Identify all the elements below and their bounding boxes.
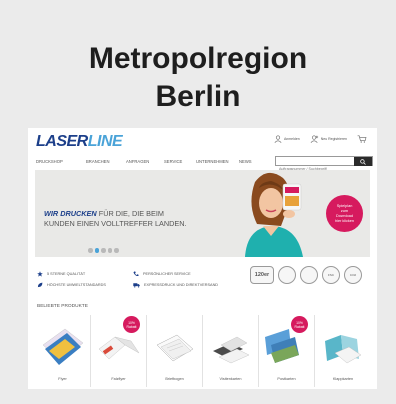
page-title: Metropolregion Berlin bbox=[0, 40, 396, 116]
product-name: Falzflyer bbox=[111, 377, 126, 381]
truck-icon bbox=[133, 282, 140, 288]
feature-quality-label: 5 Sterne Qualität bbox=[47, 271, 86, 276]
product-tile-flyer[interactable]: Flyer bbox=[35, 315, 91, 387]
hero-subline: KUNDEN EINEN VOLLTREFFER LANDEN. bbox=[44, 219, 187, 228]
feature-express-label: Expressdruck und Direktversand bbox=[144, 282, 219, 287]
seal-badge-icon bbox=[278, 266, 296, 284]
letterhead-image bbox=[156, 334, 194, 362]
product-tile-visitenkarten[interactable]: Visitenkarten bbox=[203, 315, 259, 387]
slide-dot-active[interactable] bbox=[94, 248, 99, 253]
feature-express: Expressdruck und Direktversand bbox=[133, 282, 251, 288]
seal-fsc: FSC bbox=[322, 266, 340, 284]
title-line-1: Metropolregion bbox=[88, 42, 308, 75]
nav-item-service[interactable]: Service bbox=[164, 159, 196, 164]
products-heading: Beliebte Produkte bbox=[37, 304, 88, 309]
slide-dot[interactable] bbox=[101, 248, 106, 253]
popular-products: Flyer 10% Rabatt Falzflyer Briefbogen Vi… bbox=[35, 315, 371, 387]
nav-item-branchen[interactable]: Branchen bbox=[86, 159, 126, 164]
hero-woman-image bbox=[245, 172, 303, 257]
main-navigation: Druckshop Branchen Anfragen Service Unte… bbox=[36, 157, 259, 165]
product-name: Briefbogen bbox=[165, 377, 184, 381]
search-icon bbox=[360, 158, 366, 165]
hero-headline-rest: FÜR DIE, DIE BEIM bbox=[96, 209, 165, 218]
seal-120er: 120er bbox=[250, 266, 274, 284]
discount-badge: 10% Rabatt bbox=[123, 316, 140, 333]
hero-headline-bold: WIR DRUCKEN bbox=[44, 209, 97, 218]
certification-seals: 120er FSC CO2 bbox=[250, 266, 362, 284]
phone-icon bbox=[133, 270, 139, 276]
folded-cards-image bbox=[325, 335, 362, 364]
cart-icon bbox=[357, 135, 367, 143]
slider-dots bbox=[88, 248, 119, 253]
badge-line-4: hier klicken bbox=[335, 218, 354, 223]
discount-label: Rabatt bbox=[294, 324, 305, 329]
register-label: Neu Registrieren bbox=[320, 137, 347, 141]
product-tile-postkarten[interactable]: 10% Rabatt Postkarten bbox=[259, 315, 315, 387]
website-screenshot: LASERLINE Anmelden Neu Registrieren Druc… bbox=[28, 128, 377, 389]
feature-quality: 5 Sterne Qualität bbox=[37, 270, 133, 277]
schedule-download-badge[interactable]: Spielplan zum Download hier klicken bbox=[326, 195, 363, 232]
trust-features: 5 Sterne Qualität Persönlicher Service H… bbox=[37, 268, 251, 290]
product-tile-klappkarten[interactable]: Klappkarten bbox=[315, 315, 371, 387]
feature-service: Persönlicher Service bbox=[133, 270, 251, 277]
star-icon bbox=[37, 270, 43, 277]
register-link[interactable]: Neu Registrieren bbox=[310, 135, 347, 143]
slide-dot[interactable] bbox=[114, 248, 119, 253]
feature-environment: Höchste Umweltstandards bbox=[37, 282, 133, 288]
flyer-image bbox=[42, 328, 84, 365]
product-name: Visitenkarten bbox=[219, 377, 242, 381]
login-label: Anmelden bbox=[283, 137, 300, 141]
header-actions: Anmelden Neu Registrieren bbox=[274, 135, 367, 143]
search-button[interactable] bbox=[354, 157, 372, 166]
user-icon bbox=[274, 135, 282, 143]
product-tile-briefbogen[interactable]: Briefbogen bbox=[147, 315, 203, 387]
laserline-logo[interactable]: LASERLINE bbox=[36, 133, 123, 151]
seal-badge-icon bbox=[300, 266, 318, 284]
discount-label: Rabatt bbox=[126, 324, 137, 329]
product-name: Klappkarten bbox=[332, 377, 354, 381]
product-tile-falzflyer[interactable]: 10% Rabatt Falzflyer bbox=[91, 315, 147, 387]
seal-co2: CO2 bbox=[344, 266, 362, 284]
logo-part-2: LINE bbox=[87, 133, 123, 150]
title-line-2: Berlin bbox=[155, 80, 241, 113]
feature-service-label: Persönlicher Service bbox=[143, 271, 191, 276]
discount-badge: 10% Rabatt bbox=[291, 316, 308, 333]
nav-item-unternehmen[interactable]: Unternehmen bbox=[196, 159, 239, 164]
login-link[interactable]: Anmelden bbox=[274, 135, 300, 143]
slide-dot[interactable] bbox=[107, 248, 112, 253]
nav-item-anfragen[interactable]: Anfragen bbox=[126, 159, 164, 164]
logo-part-1: LASER bbox=[36, 133, 88, 150]
product-name: Postkarten bbox=[277, 377, 296, 381]
nav-item-druckshop[interactable]: Druckshop bbox=[36, 159, 86, 164]
business-cards-image bbox=[213, 336, 250, 364]
hero-headline: WIR DRUCKEN FÜR DIE, DIE BEIM bbox=[44, 209, 164, 218]
nav-item-news[interactable]: News bbox=[239, 159, 259, 164]
search-bar bbox=[275, 156, 373, 173]
leaf-icon bbox=[37, 282, 43, 287]
slide-dot[interactable] bbox=[88, 248, 93, 253]
product-name: Flyer bbox=[58, 377, 67, 381]
cart-link[interactable] bbox=[357, 135, 367, 143]
user-add-icon bbox=[310, 135, 318, 143]
hero-banner[interactable]: WIR DRUCKEN FÜR DIE, DIE BEIM KUNDEN EIN… bbox=[35, 170, 370, 257]
feature-environment-label: Höchste Umweltstandards bbox=[47, 282, 106, 287]
